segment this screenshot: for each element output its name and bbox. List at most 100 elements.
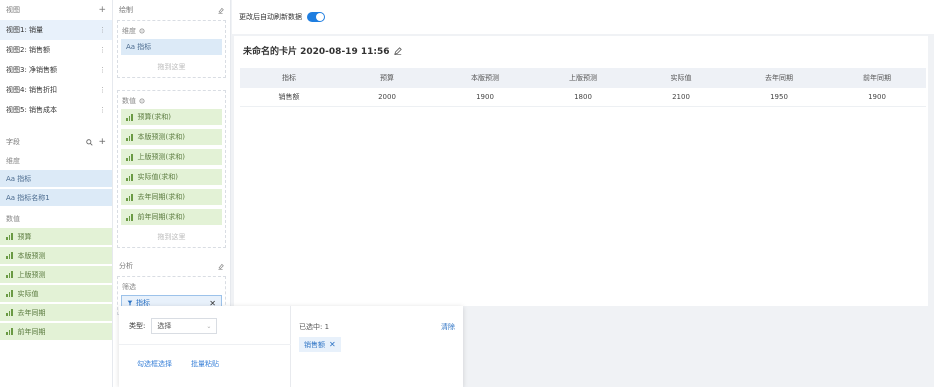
table-header[interactable]: 本版预测 bbox=[436, 68, 534, 88]
view-item[interactable]: 视图2: 销售额 ⋮ bbox=[0, 40, 112, 60]
more-icon[interactable]: ⋮ bbox=[99, 26, 106, 34]
table-header[interactable]: 上版预测 bbox=[534, 68, 632, 88]
table-cell: 1800 bbox=[534, 88, 632, 107]
chip-label: 上版预测(求和) bbox=[137, 153, 185, 161]
dimension-chip[interactable]: Aa 指标 bbox=[121, 39, 222, 55]
more-icon[interactable]: ⋮ bbox=[99, 46, 106, 54]
top-toolbar: 更改后自动刷新数据 bbox=[232, 0, 934, 34]
measure-icon bbox=[126, 173, 133, 181]
analysis-header: 分析 bbox=[113, 256, 230, 276]
measure-chip[interactable]: 去年同期(求和) bbox=[121, 189, 222, 205]
measure-icon bbox=[126, 153, 133, 161]
data-table: 指标 预算 本版预测 上版预测 实际值 去年同期 前年同期 销售额 2000 1… bbox=[240, 68, 926, 107]
field-measure[interactable]: 预算 bbox=[0, 228, 112, 245]
gear-icon[interactable] bbox=[139, 98, 145, 104]
field-label: 实际值 bbox=[17, 289, 39, 298]
table-header[interactable]: 实际值 bbox=[632, 68, 730, 88]
table-cell: 销售额 bbox=[240, 88, 338, 107]
measure-icon bbox=[6, 271, 13, 278]
type-label: 类型: bbox=[129, 322, 146, 330]
field-label: 上版预测 bbox=[17, 270, 46, 279]
type-select-value: 选择 bbox=[157, 322, 172, 330]
auto-refresh-toggle[interactable] bbox=[307, 12, 325, 22]
measure-chip[interactable]: 预算(求和) bbox=[121, 109, 222, 125]
table-header[interactable]: 预算 bbox=[338, 68, 436, 88]
measure-zone-label: 数值 bbox=[121, 94, 222, 109]
checkbox-select-link[interactable]: 勾选框选择 bbox=[137, 359, 172, 369]
views-panel: 视图 + 视图1: 销量 ⋮ 视图2: 销售额 ⋮ 视图3: 净销售额 ⋮ 视图4: … bbox=[0, 0, 113, 387]
zone-label-text: 数值 bbox=[122, 97, 136, 105]
view-label: 视图2: 销售额 bbox=[6, 46, 51, 54]
measure-icon bbox=[126, 113, 133, 121]
measure-icon bbox=[126, 213, 133, 221]
measure-chip[interactable]: 本版预测(求和) bbox=[121, 129, 222, 145]
add-field-icon[interactable]: + bbox=[98, 137, 106, 147]
chip-label: 本版预测(求和) bbox=[137, 133, 185, 141]
selected-value-chip[interactable]: 销售额 ✕ bbox=[299, 337, 341, 352]
card-title-text: 未命名的卡片 2020-08-19 11:56 bbox=[243, 47, 390, 57]
table-header-row: 指标 预算 本版预测 上版预测 实际值 去年同期 前年同期 bbox=[240, 68, 926, 88]
fields-title: 字段 bbox=[6, 138, 20, 146]
table-cell: 1950 bbox=[730, 88, 828, 107]
views-title: 视图 bbox=[6, 6, 20, 14]
view-label: 视图1: 销量 bbox=[6, 26, 44, 34]
chip-label: 预算(求和) bbox=[137, 113, 171, 121]
more-icon[interactable]: ⋮ bbox=[99, 86, 106, 94]
field-label: 预算 bbox=[17, 232, 32, 241]
measure-icon bbox=[6, 252, 13, 259]
table-header[interactable]: 指标 bbox=[240, 68, 338, 88]
table-header[interactable]: 去年同期 bbox=[730, 68, 828, 88]
dimension-drop-zone[interactable]: 维度 Aa 指标 拖到这里 bbox=[117, 20, 226, 78]
field-dimension[interactable]: Aa 指标名称1 bbox=[0, 189, 112, 206]
field-measure[interactable]: 本版预测 bbox=[0, 247, 112, 264]
more-icon[interactable]: ⋮ bbox=[99, 106, 106, 114]
table-header[interactable]: 前年同期 bbox=[828, 68, 926, 88]
view-label: 视图5: 销售成本 bbox=[6, 106, 58, 114]
card: 未命名的卡片 2020-08-19 11:56 指标 预算 本版预测 上版预测 … bbox=[234, 36, 928, 306]
field-measure[interactable]: 上版预测 bbox=[0, 266, 112, 283]
drop-hint: 拖到这里 bbox=[157, 62, 186, 71]
chevron-down-icon: ⌄ bbox=[206, 322, 212, 330]
measure-chip[interactable]: 前年同期(求和) bbox=[121, 209, 222, 225]
analysis-title: 分析 bbox=[119, 262, 133, 270]
view-item[interactable]: 视图1: 销量 ⋮ bbox=[0, 20, 112, 40]
view-item[interactable]: 视图3: 净销售额 ⋮ bbox=[0, 60, 112, 80]
zone-label-text: 维度 bbox=[122, 27, 136, 35]
search-icon[interactable] bbox=[86, 138, 94, 146]
edit-icon[interactable] bbox=[394, 46, 403, 55]
dimension-section-title: 维度 bbox=[6, 157, 20, 165]
clear-icon[interactable] bbox=[217, 263, 224, 270]
type-select[interactable]: 选择 ⌄ bbox=[151, 318, 218, 334]
dimension-zone-label: 维度 bbox=[121, 24, 222, 39]
table-cell: 1900 bbox=[436, 88, 534, 107]
field-measure[interactable]: 前年同期 bbox=[0, 323, 112, 340]
mode-links: 勾选框选择 批量粘贴 bbox=[137, 359, 219, 369]
view-item[interactable]: 视图5: 销售成本 ⋮ bbox=[0, 100, 112, 120]
selected-value-label: 销售额 bbox=[304, 340, 325, 349]
auto-refresh-label: 更改后自动刷新数据 bbox=[239, 13, 302, 21]
clear-icon[interactable] bbox=[217, 7, 224, 14]
measure-chip[interactable]: 上版预测(求和) bbox=[121, 149, 222, 165]
add-view-icon[interactable]: + bbox=[98, 5, 106, 15]
table-cell: 2000 bbox=[338, 88, 436, 107]
draw-header: 绘制 bbox=[113, 0, 230, 20]
selected-count: 已选中: 1 bbox=[299, 323, 330, 331]
measure-icon bbox=[126, 133, 133, 141]
divider bbox=[119, 344, 291, 345]
measure-drop-zone[interactable]: 数值 预算(求和) 本版预测(求和) 上版预测(求和) 实际值(求和) 去年同期… bbox=[117, 90, 226, 248]
field-dimension[interactable]: Aa 指标 bbox=[0, 170, 112, 187]
close-icon[interactable]: ✕ bbox=[329, 340, 336, 349]
more-icon[interactable]: ⋮ bbox=[99, 66, 106, 74]
table-cell: 2100 bbox=[632, 88, 730, 107]
view-item[interactable]: 视图4: 销售折扣 ⋮ bbox=[0, 80, 112, 100]
field-measure[interactable]: 去年同期 bbox=[0, 304, 112, 321]
batch-paste-link[interactable]: 批量粘贴 bbox=[191, 359, 219, 369]
filter-label: 筛选 bbox=[122, 283, 136, 291]
filter-popup: 类型: 选择 ⌄ 勾选框选择 批量粘贴 已选中: 1 清除 销售额 ✕ bbox=[119, 306, 463, 387]
field-label: 去年同期 bbox=[17, 308, 46, 317]
field-measure[interactable]: 实际值 bbox=[0, 285, 112, 302]
gear-icon[interactable] bbox=[139, 28, 145, 34]
measure-chip[interactable]: 实际值(求和) bbox=[121, 169, 222, 185]
clear-button[interactable]: 清除 bbox=[441, 322, 455, 332]
type-row: 类型: 选择 ⌄ bbox=[129, 318, 218, 334]
